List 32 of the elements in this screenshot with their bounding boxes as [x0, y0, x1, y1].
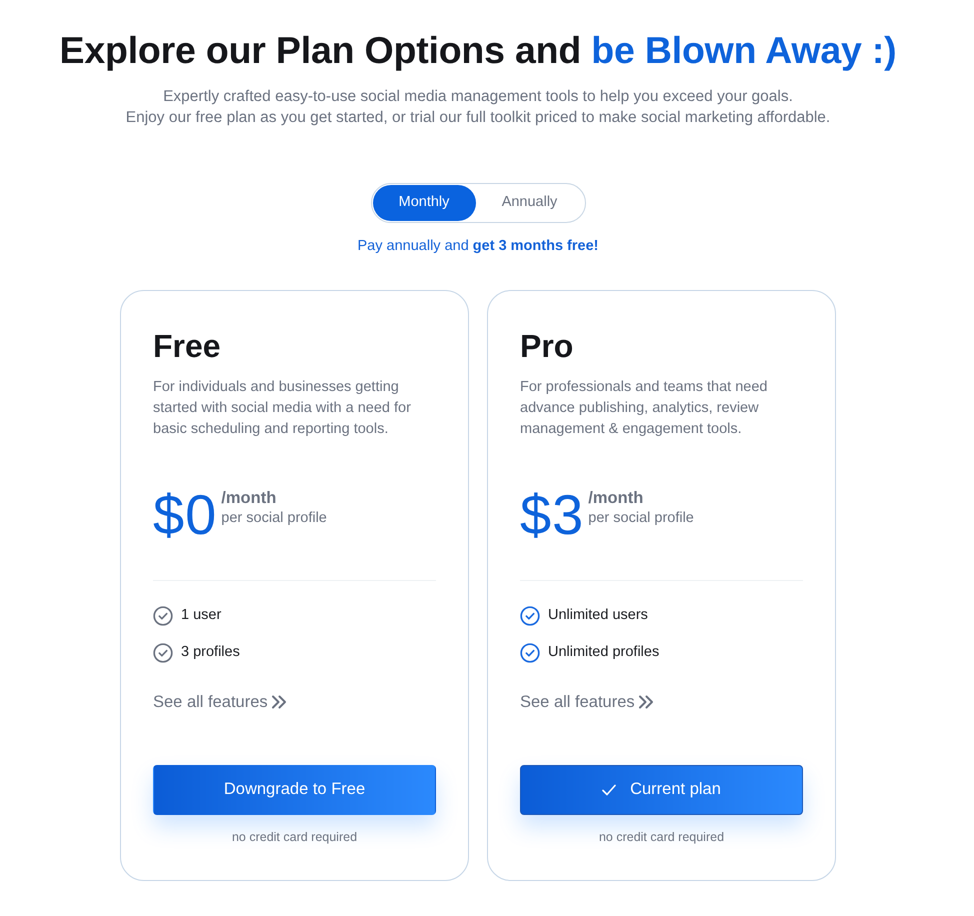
check-circle-icon: [153, 643, 173, 664]
plan-note: no credit card required: [230, 828, 358, 846]
check-circle-icon: [520, 606, 540, 626]
price-amount: $3: [520, 488, 584, 542]
plan-description: For individuals and businesses getting started with social media with a need for basic scheduling and reporting tools.: [153, 378, 412, 439]
plan-button[interactable]: Current plan: [520, 764, 803, 814]
promo-text: Pay annually and get 3 months free!: [358, 237, 598, 256]
billing-option[interactable]: Monthly: [372, 185, 476, 221]
price-period: /month: [588, 488, 644, 508]
feature-text: 1 user: [181, 606, 222, 626]
plan-name: Free: [153, 326, 222, 365]
billing-option[interactable]: Annually: [476, 185, 584, 221]
check-icon: [602, 784, 616, 796]
plan-button[interactable]: Downgrade to Free: [153, 764, 436, 814]
check-circle-icon: [520, 643, 540, 664]
price-unit: per social profile: [588, 508, 694, 528]
double-chevron-icon: [638, 695, 654, 710]
feature-text: Unlimited users: [548, 606, 648, 626]
price-period: /month: [221, 488, 278, 508]
plan-note: no credit card required: [598, 828, 726, 846]
check-circle-icon: [153, 606, 173, 626]
see-all-features-link[interactable]: See all features: [520, 690, 654, 714]
price-amount: $0: [153, 488, 218, 542]
price-unit: per social profile: [221, 508, 327, 528]
plan-name: Pro: [520, 326, 574, 365]
feature-text: 3 profiles: [181, 643, 240, 662]
see-all-features-link[interactable]: See all features: [153, 690, 287, 714]
double-chevron-icon: [270, 695, 287, 710]
plan-description: For professionals and teams that need advance publishing, analytics, review management & engagement tools.: [520, 378, 768, 439]
feature-text: Unlimited profiles: [548, 643, 660, 662]
page-heading: Explore our Plan Options and be Blown Away :): [60, 28, 896, 73]
page-subtitle: Expertly crafted easy-to-use social media management tools to help you exceed your goals. Enjoy our free plan as you get started, or trial our full toolkit priced to make social marketing affordable.: [126, 87, 830, 128]
